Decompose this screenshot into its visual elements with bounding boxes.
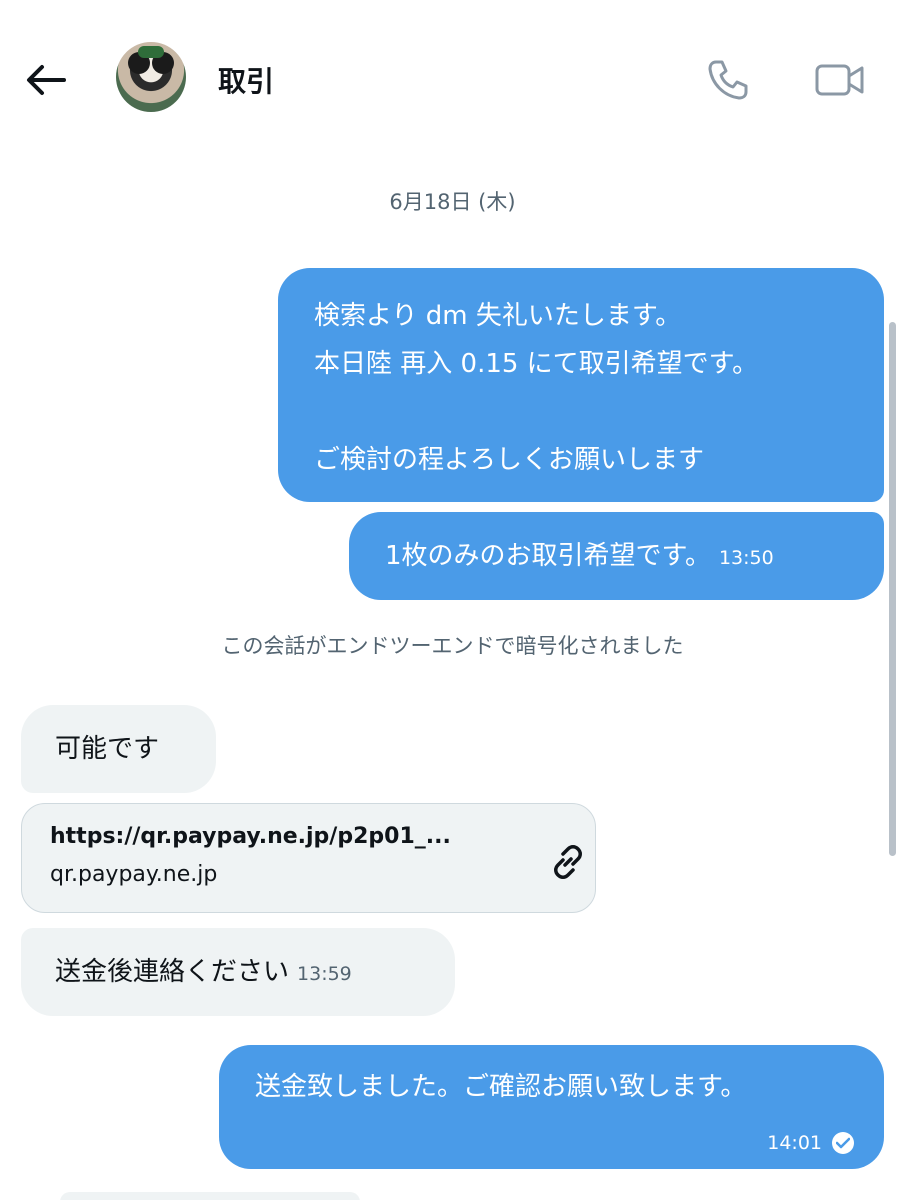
message-text: 可能です [55,734,160,764]
partial-message-bubble [60,1192,360,1200]
link-icon [554,845,582,879]
message-line-blank [314,388,848,436]
video-camera-icon [815,64,864,96]
message-timestamp: 13:50 [718,547,774,569]
back-button[interactable] [22,58,70,102]
message-bubble-incoming[interactable]: 送金後連絡ください 13:59 [21,928,455,1016]
message-text: 送金後連絡ください [55,957,290,987]
message-line: ご検討の程よろしくお願いします [314,445,705,475]
message-line: 本日陸 再入 0.15 にて取引希望です。 [314,349,759,379]
message-timestamp: 13:59 [297,963,352,985]
message-text: 1枚のみのお取引希望です。 [385,541,711,571]
date-separator: 6月18日 (木) [389,190,516,214]
message-bubble-outgoing[interactable]: 送金致しました。ご確認お願い致します。 14:01 [219,1045,884,1169]
conversation-header: 取引 [0,0,905,150]
encryption-notice: この会話がエンドツーエンドで暗号化されました [221,634,684,658]
video-call-button[interactable] [814,56,864,104]
message-line: 検索より dm 失礼いたします。 [314,301,682,331]
link-url: https://qr.paypay.ne.jp/p2p01_... [50,824,451,849]
conversation-title[interactable]: 取引 [218,60,274,100]
scrollbar[interactable] [889,322,896,856]
link-domain: qr.paypay.ne.jp [50,862,218,887]
message-bubble-outgoing[interactable]: 検索より dm 失礼いたします。 本日陸 再入 0.15 にて取引希望です。 ご… [278,268,884,502]
message-text: 送金致しました。ご確認お願い致します。 [255,1072,747,1102]
link-preview-card[interactable]: https://qr.paypay.ne.jp/p2p01_... qr.pay… [21,803,596,913]
avatar[interactable] [116,42,186,112]
phone-call-button[interactable] [704,56,752,104]
read-check-icon [832,1132,854,1154]
message-bubble-outgoing[interactable]: 1枚のみのお取引希望です。 13:50 [349,512,884,600]
message-bubble-incoming[interactable]: 可能です [21,705,216,793]
back-arrow-icon [27,65,66,95]
message-timestamp: 14:01 [767,1132,822,1154]
phone-icon [708,60,748,100]
